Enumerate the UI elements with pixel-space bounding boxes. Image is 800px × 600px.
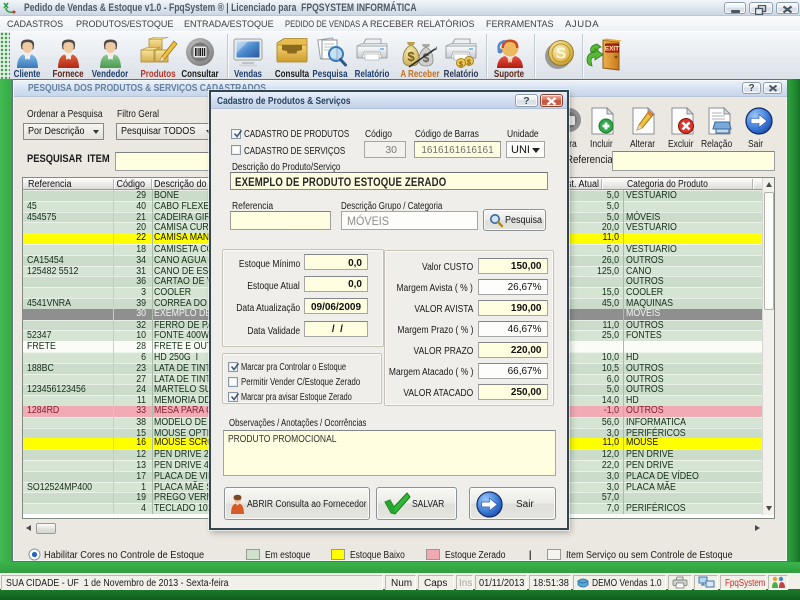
svg-text:$: $: [467, 60, 471, 67]
svg-text:$: $: [407, 49, 415, 64]
svg-text:EXIT: EXIT: [605, 46, 619, 53]
svg-text:$: $: [459, 62, 463, 69]
svg-text:S: S: [556, 46, 567, 63]
